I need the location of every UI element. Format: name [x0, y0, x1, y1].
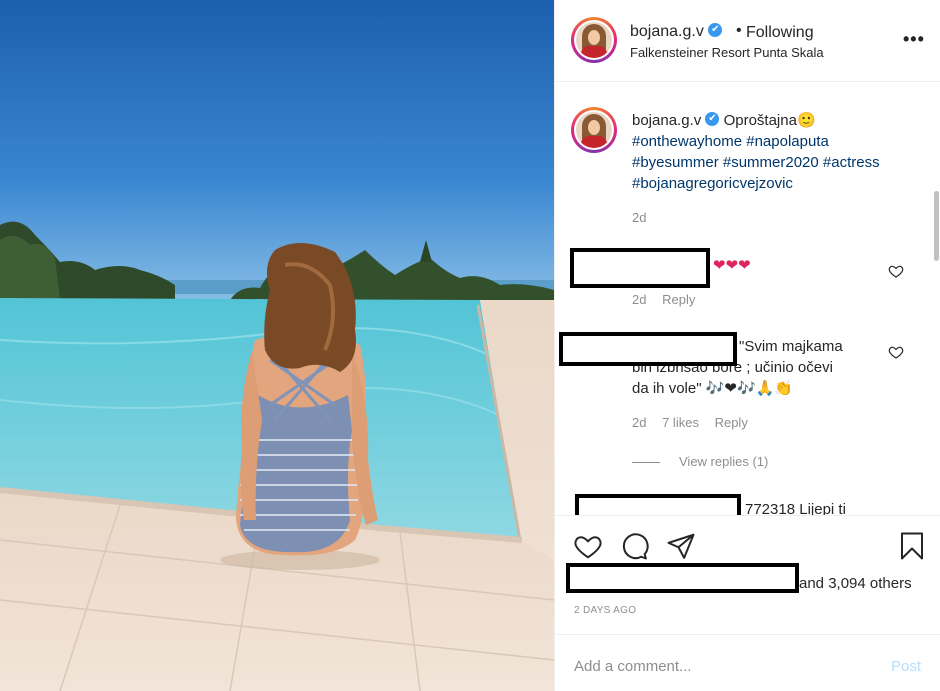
avatar[interactable] — [571, 17, 617, 63]
caption: bojana.g.v ✔ Oproštajna🙂 #onthewayhome #… — [632, 110, 922, 194]
caption-text: Oproštajna🙂 — [723, 112, 816, 129]
add-comment-bar: Add a comment... Post — [555, 634, 940, 691]
more-horizontal-icon[interactable]: ••• — [903, 30, 925, 48]
comment-text: 772318 Lijepi ti — [745, 501, 846, 515]
caption-meta: 2d — [632, 210, 658, 225]
comments-list[interactable]: bojana.g.v ✔ Oproštajna🙂 #onthewayhome #… — [555, 83, 940, 515]
redacted-username — [559, 332, 737, 366]
post-comment-button[interactable]: Post — [891, 658, 921, 675]
verified-badge-icon: ✔ — [708, 22, 723, 37]
like-comment-icon[interactable] — [888, 344, 904, 360]
post-timestamp[interactable]: 2 DAYS AGO — [574, 605, 636, 616]
comment-text: ❤❤❤ — [713, 257, 751, 274]
reply-button[interactable]: Reply — [662, 292, 695, 307]
scrollbar[interactable] — [934, 191, 939, 261]
reply-button[interactable]: Reply — [715, 415, 748, 430]
comment-time[interactable]: 2d — [632, 292, 646, 307]
caption-hashtags[interactable]: #onthewayhome #napolaputa — [632, 133, 829, 150]
comment-meta: 2d Reply — [632, 292, 707, 307]
location-link[interactable]: Falkensteiner Resort Punta Skala — [630, 45, 824, 60]
view-replies-line — [632, 462, 660, 463]
username-text[interactable]: bojana.g.v — [630, 23, 704, 40]
redacted-liker-name — [566, 563, 799, 593]
caption-hashtags[interactable]: #bojanagregoricvejzovic — [632, 175, 793, 192]
comment-likes[interactable]: 7 likes — [662, 415, 699, 430]
verified-badge-icon: ✔ — [705, 112, 720, 127]
username-link[interactable]: bojana.g.v ✔ — [630, 22, 723, 41]
separator-dot: • — [736, 22, 742, 39]
comment-meta: 2d 7 likes Reply — [632, 415, 760, 430]
redacted-username — [570, 248, 710, 288]
view-replies-button[interactable]: View replies (1) — [679, 454, 768, 469]
comment-input[interactable]: Add a comment... — [574, 658, 692, 675]
following-button[interactable]: Following — [746, 24, 814, 42]
caption-time[interactable]: 2d — [632, 210, 646, 225]
comment-time[interactable]: 2d — [632, 415, 646, 430]
post-image — [0, 0, 554, 691]
redacted-username — [575, 494, 741, 515]
post-header: bojana.g.v ✔ • Following Falkensteiner R… — [555, 0, 940, 82]
caption-avatar[interactable] — [571, 107, 617, 153]
like-heart-icon[interactable] — [573, 531, 603, 561]
likes-count[interactable]: and 3,094 others — [799, 575, 912, 592]
comment-bubble-icon[interactable] — [619, 531, 649, 561]
share-paper-plane-icon[interactable] — [666, 531, 696, 561]
post-details-panel: bojana.g.v ✔ • Following Falkensteiner R… — [554, 0, 940, 691]
save-bookmark-icon[interactable] — [897, 531, 927, 561]
like-comment-icon[interactable] — [888, 263, 904, 279]
caption-hashtags[interactable]: #byesummer #summer2020 #actress — [632, 154, 880, 171]
post-photo[interactable] — [0, 0, 554, 691]
caption-username[interactable]: bojana.g.v — [632, 112, 701, 129]
